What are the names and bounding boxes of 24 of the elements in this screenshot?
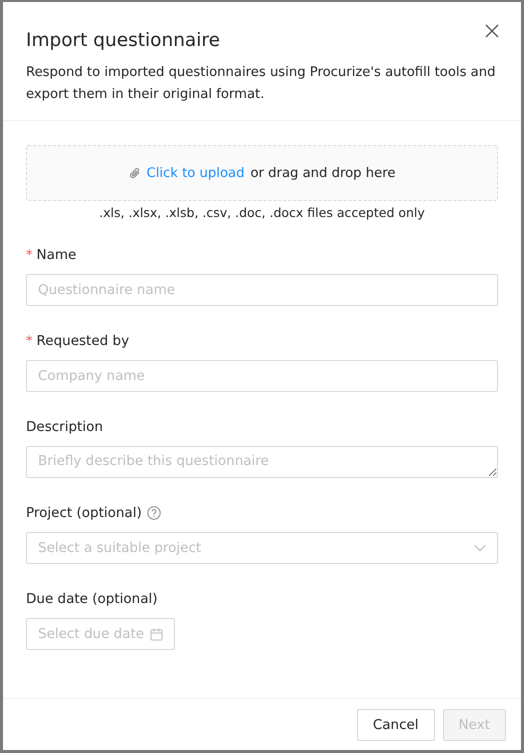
field-label: Requested by [36, 333, 130, 349]
file-types-hint: .xls, .xlsx, .xlsb, .csv, .doc, .docx files accepted only [98, 204, 426, 222]
dialog-title: Import questionnaire [26, 29, 220, 53]
select-field[interactable]: Select a suitable project [26, 532, 498, 564]
required-asterisk: * [26, 248, 32, 262]
text-input[interactable]: Company name [26, 360, 498, 392]
dropzone-text: or drag and drop here [250, 166, 396, 180]
date-picker-field[interactable]: Select due date [26, 618, 175, 650]
help-icon[interactable] [146, 506, 161, 520]
field-label: Name [36, 247, 76, 263]
calendar-icon [150, 628, 163, 640]
text-input[interactable]: Questionnaire name [26, 274, 498, 306]
close-icon [485, 24, 499, 38]
field-label: Project (optional) [26, 505, 142, 521]
field-label: Description [26, 419, 103, 435]
chevron-down-icon [474, 544, 486, 552]
dialog-description: Respond to imported questionnaires using Procurize's autofill tools and export them in their original format. [26, 64, 496, 104]
field-label: Due date (optional) [26, 591, 158, 607]
paperclip-icon [128, 166, 141, 180]
dialog-button[interactable]: Cancel [356, 709, 435, 741]
textarea-input[interactable]: Briefly describe this questionnaire [26, 446, 498, 478]
upload-dropzone[interactable]: Click to upload or drag and drop here [26, 145, 498, 201]
upload-link[interactable]: Click to upload [146, 166, 244, 180]
required-asterisk: * [26, 334, 32, 348]
